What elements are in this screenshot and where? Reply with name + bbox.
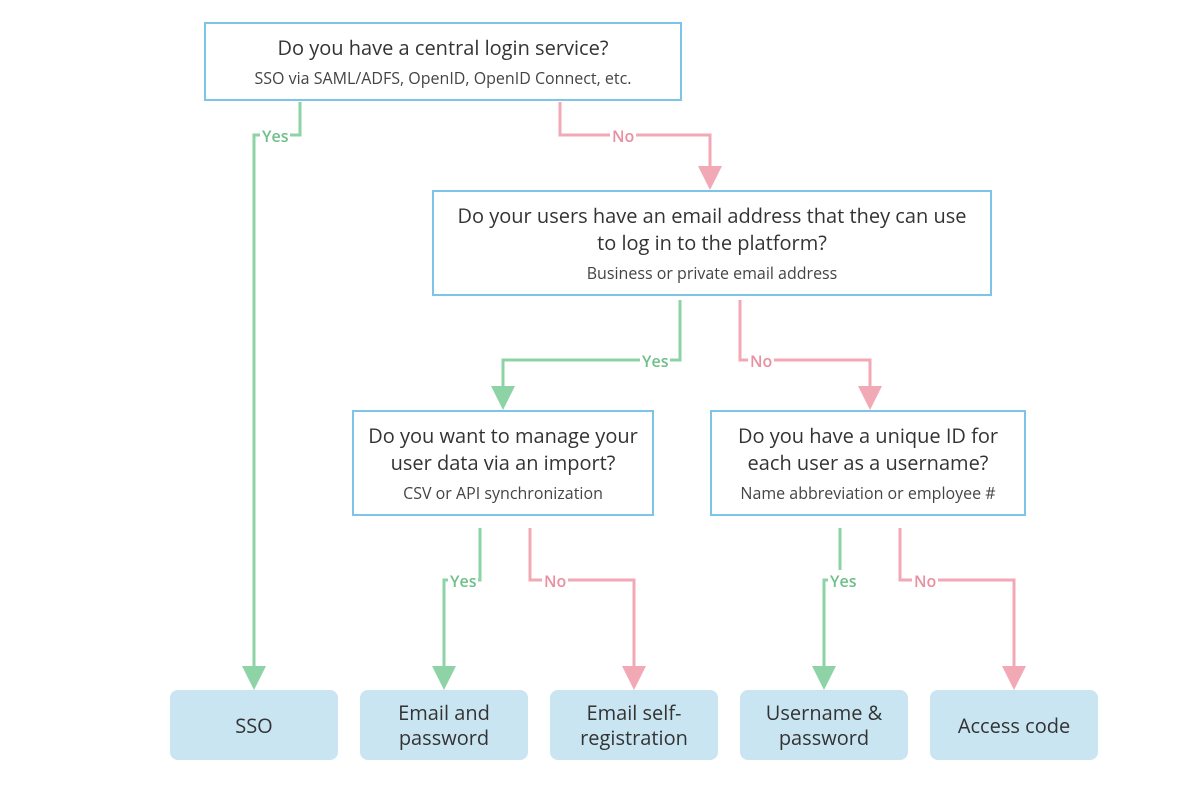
outcome-email-password: Email and password xyxy=(360,690,528,760)
question-text: Do you have a unique ID for each user as… xyxy=(726,422,1010,476)
question-subtitle: CSV or API synchronization xyxy=(368,482,638,504)
edge-root-yes xyxy=(254,102,300,684)
edge-label-no: No xyxy=(542,570,568,592)
outcome-label: SSO xyxy=(235,713,273,738)
question-email-address: Do your users have an email address that… xyxy=(432,190,992,296)
edge-label-yes: Yes xyxy=(260,125,290,147)
edge-import-no xyxy=(530,528,634,684)
question-unique-id: Do you have a unique ID for each user as… xyxy=(710,410,1026,516)
outcome-label: Access code xyxy=(958,713,1070,738)
outcome-label: Email self-registration xyxy=(558,700,710,750)
question-central-login: Do you have a central login service? SSO… xyxy=(204,22,682,101)
edge-uniqueid-yes xyxy=(824,528,840,684)
edge-label-no: No xyxy=(748,350,774,372)
outcome-label: Username & password xyxy=(748,700,900,750)
question-text: Do you have a central login service? xyxy=(220,34,666,61)
edge-label-yes: Yes xyxy=(828,570,858,592)
edge-import-yes xyxy=(444,528,480,684)
question-text: Do your users have an email address that… xyxy=(448,202,976,256)
flow-connectors xyxy=(0,0,1200,800)
edge-label-yes: Yes xyxy=(448,570,478,592)
outcome-email-self-registration: Email self-registration xyxy=(550,690,718,760)
question-subtitle: SSO via SAML/ADFS, OpenID, OpenID Connec… xyxy=(220,67,666,89)
outcome-sso: SSO xyxy=(170,690,338,760)
outcome-label: Email and password xyxy=(368,700,520,750)
edge-uniqueid-no xyxy=(900,528,1014,684)
question-subtitle: Name abbreviation or employee # xyxy=(726,482,1010,504)
outcome-username-password: Username & password xyxy=(740,690,908,760)
edge-label-no: No xyxy=(912,570,938,592)
question-text: Do you want to manage your user data via… xyxy=(368,422,638,476)
edge-label-yes: Yes xyxy=(640,350,670,372)
outcome-access-code: Access code xyxy=(930,690,1098,760)
question-subtitle: Business or private email address xyxy=(448,262,976,284)
edge-label-no: No xyxy=(610,125,636,147)
question-manage-import: Do you want to manage your user data via… xyxy=(352,410,654,516)
